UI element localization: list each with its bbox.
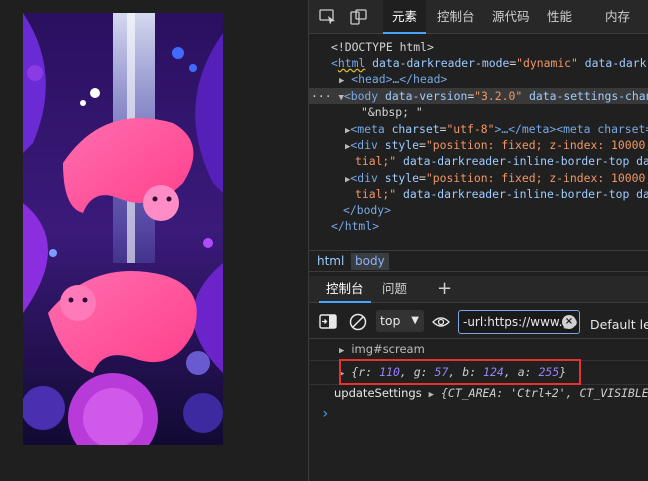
tree-row-body[interactable]: ··· ▼<body data-version="3.2.0" data-set… [309,88,648,104]
expand-triangle-icon[interactable]: ▶ [339,76,344,86]
context-select[interactable]: top ▼ [376,310,424,332]
attr-name: data-version [385,89,468,103]
attr-name: data-darkreader-inline-border-top data [403,154,648,168]
div-tag-name: div [357,171,378,185]
html-close-tag: </html> [331,219,380,233]
expand-triangle-icon[interactable]: ▶ [429,390,434,400]
tree-row-text[interactable]: "&nbsp; " [309,104,648,120]
tree-row-div-2[interactable]: ▶<div style="position: fixed; z-index: 1… [309,170,648,186]
console-prompt[interactable]: › [321,406,648,422]
drawer-tab-issues[interactable]: 问题 [382,276,407,303]
live-expression-eye-icon[interactable] [432,314,450,333]
attr-name: data-darkreader-mode [372,56,510,70]
tree-row-meta[interactable]: ▶<meta charset="utf-8">…</meta><meta cha… [309,121,648,137]
inspect-element-icon[interactable] [319,9,337,25]
head-tag: <head>…</head> [351,72,448,86]
breadcrumb: html body [309,250,648,272]
tab-sources[interactable]: 源代码 [492,0,530,34]
tree-row-html-close[interactable]: </html> [309,218,648,234]
console-toolbar: top ▼ -url:https://www.go × Default leve [309,304,648,339]
devtools-panel: 元素 控制台 源代码 性能 内存 <!DOCTYPE html> <html d… [308,0,648,481]
meta-tag-2: meta charset="utf-8" [563,122,648,136]
doctype-text: <!DOCTYPE html> [331,40,434,54]
context-value: top [380,313,401,328]
attr-name: data-darkreader-inline-border-top data [403,187,648,201]
attr-value: "3.2.0" [474,89,523,103]
console-line-img[interactable]: ▶ img#scream [339,342,648,356]
log-levels-dropdown[interactable]: Default leve [590,317,648,332]
console-line-update-settings[interactable]: updateSettings ▶ {CT_AREA: 'Ctrl+2', CT_… [334,386,648,400]
img-selector-text: img#scream [351,342,425,356]
breadcrumb-body[interactable]: body [351,253,389,270]
attr-name: data-darkrea [584,56,648,70]
chevron-down-icon: ▼ [411,315,419,326]
meta-tag-name: meta [357,122,385,136]
settings-object: {CT_AREA: 'Ctrl+2', CT_VISIBLE [440,386,648,400]
equals: = [419,171,426,185]
attr-name: data-settings-change [529,89,648,103]
attr-value: tial;" [355,154,397,168]
body-close-tag: </body> [343,203,392,217]
tab-memory[interactable]: 内存 [605,0,630,34]
tab-console[interactable]: 控制台 [437,0,475,34]
tree-row-div-2-cont[interactable]: tial;" data-darkreader-inline-border-top… [309,186,648,202]
nbsp-text: "&nbsp; " [361,105,423,119]
tag-bracket: < [331,56,338,70]
attr-value: "position: fixed; z-index: 10000; [425,138,648,152]
add-tab-icon[interactable]: + [437,276,452,303]
tree-row-div-1[interactable]: ▶<div style="position: fixed; z-index: 1… [309,137,648,153]
tab-elements[interactable]: 元素 [383,0,427,34]
artwork-image[interactable] [23,13,223,445]
div-tag-name: div [357,138,378,152]
tree-row-html[interactable]: <html data-darkreader-mode="dynamic" dat… [309,55,648,71]
clear-console-icon[interactable] [349,313,367,335]
devtools-tabbar: 元素 控制台 源代码 性能 内存 [309,0,648,34]
ellipsis-menu-icon[interactable]: ··· [311,89,332,103]
tree-row-head[interactable]: ▶ <head>…</head> [309,71,648,87]
highlight-rectangle [339,359,581,385]
clear-filter-icon[interactable]: × [562,315,576,329]
attr-value: "utf-8" [446,122,495,136]
breadcrumb-html[interactable]: html [313,253,348,270]
meta-close: …</meta> [501,122,557,136]
attr-name: style [384,138,420,152]
attr-value: "dynamic" [516,56,578,70]
attr-name: charset [391,122,440,136]
update-settings-label: updateSettings [334,386,422,400]
attr-value: "position: fixed; z-index: 10000; [425,171,648,185]
tree-row-doctype[interactable]: <!DOCTYPE html> [309,39,648,55]
tree-row-body-close[interactable]: </body> [309,202,648,218]
sidebar-toggle-icon[interactable] [319,314,337,333]
drawer-tab-console[interactable]: 控制台 [319,276,371,303]
device-toolbar-icon[interactable] [350,9,368,25]
html-tag-name: html [337,56,366,70]
attr-name: style [384,171,420,185]
equals: = [419,138,426,152]
artwork-illustration [23,13,223,445]
elements-tree: <!DOCTYPE html> <html data-darkreader-mo… [309,35,648,248]
tab-performance[interactable]: 性能 [547,0,572,34]
page-viewport [0,0,308,481]
drawer-tabbar: 控制台 问题 + [309,276,648,303]
expand-triangle-icon[interactable]: ▶ [339,346,344,356]
screen: { "page": { "artwork_alt": "img#scream" … [0,0,648,481]
body-tag-name: body [350,89,379,103]
attr-value: tial;" [355,187,397,201]
tag-bracket: < [343,89,351,103]
tree-row-div-1-cont[interactable]: tial;" data-darkreader-inline-border-top… [309,153,648,169]
